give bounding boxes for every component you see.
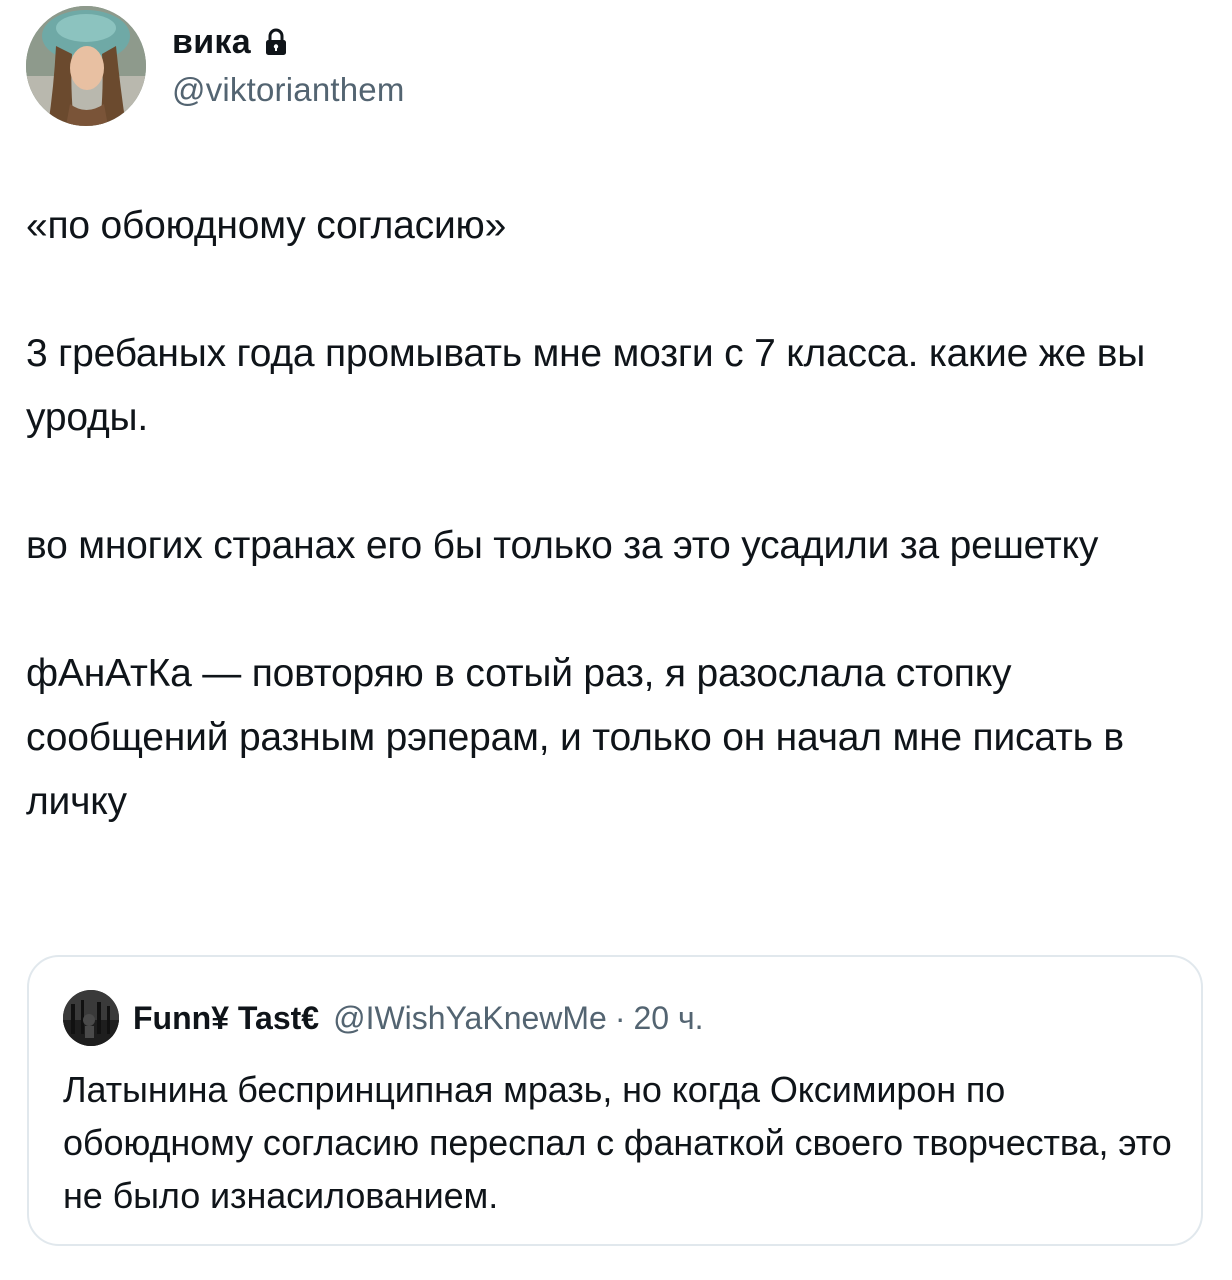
quoted-avatar[interactable] <box>63 990 119 1046</box>
quoted-timestamp[interactable]: 20 ч. <box>634 1000 704 1037</box>
tweet: вика @viktorianthem «по обоюдному соглас… <box>0 0 1232 1280</box>
quoted-tweet-header: Funn¥ Tast€ @IWishYaKnewMe · 20 ч. <box>63 990 704 1046</box>
handle[interactable]: @viktorianthem <box>172 71 405 109</box>
display-name-row: вика <box>172 19 405 65</box>
quoted-tweet[interactable]: Funn¥ Tast€ @IWishYaKnewMe · 20 ч. Латын… <box>27 955 1203 1246</box>
display-name[interactable]: вика <box>172 23 251 62</box>
tweet-paragraph: фАнАтКа — повторяю в сотый раз, я разосл… <box>26 652 1124 823</box>
avatar[interactable] <box>26 6 146 126</box>
quoted-display-name[interactable]: Funn¥ Tast€ <box>133 1000 319 1037</box>
avatar-image <box>26 6 146 126</box>
tweet-paragraph: «по обоюдному согласию» <box>26 204 507 247</box>
quoted-handle[interactable]: @IWishYaKnewMe <box>333 1000 607 1037</box>
quoted-tweet-text: Латынина беспринципная мразь, но когда О… <box>63 1069 1172 1216</box>
tweet-body: «по обоюдному согласию» 3 гребаных года … <box>26 194 1186 834</box>
quoted-avatar-image <box>63 990 119 1046</box>
separator-dot: · <box>614 999 626 1036</box>
tweet-paragraph: 3 гребаных года промывать мне мозги с 7 … <box>26 332 1146 439</box>
tweet-header: вика @viktorianthem <box>26 6 405 126</box>
tweet-paragraph: во многих странах его бы только за это у… <box>26 524 1099 567</box>
author-names: вика @viktorianthem <box>172 19 405 109</box>
lock-icon <box>265 28 287 56</box>
